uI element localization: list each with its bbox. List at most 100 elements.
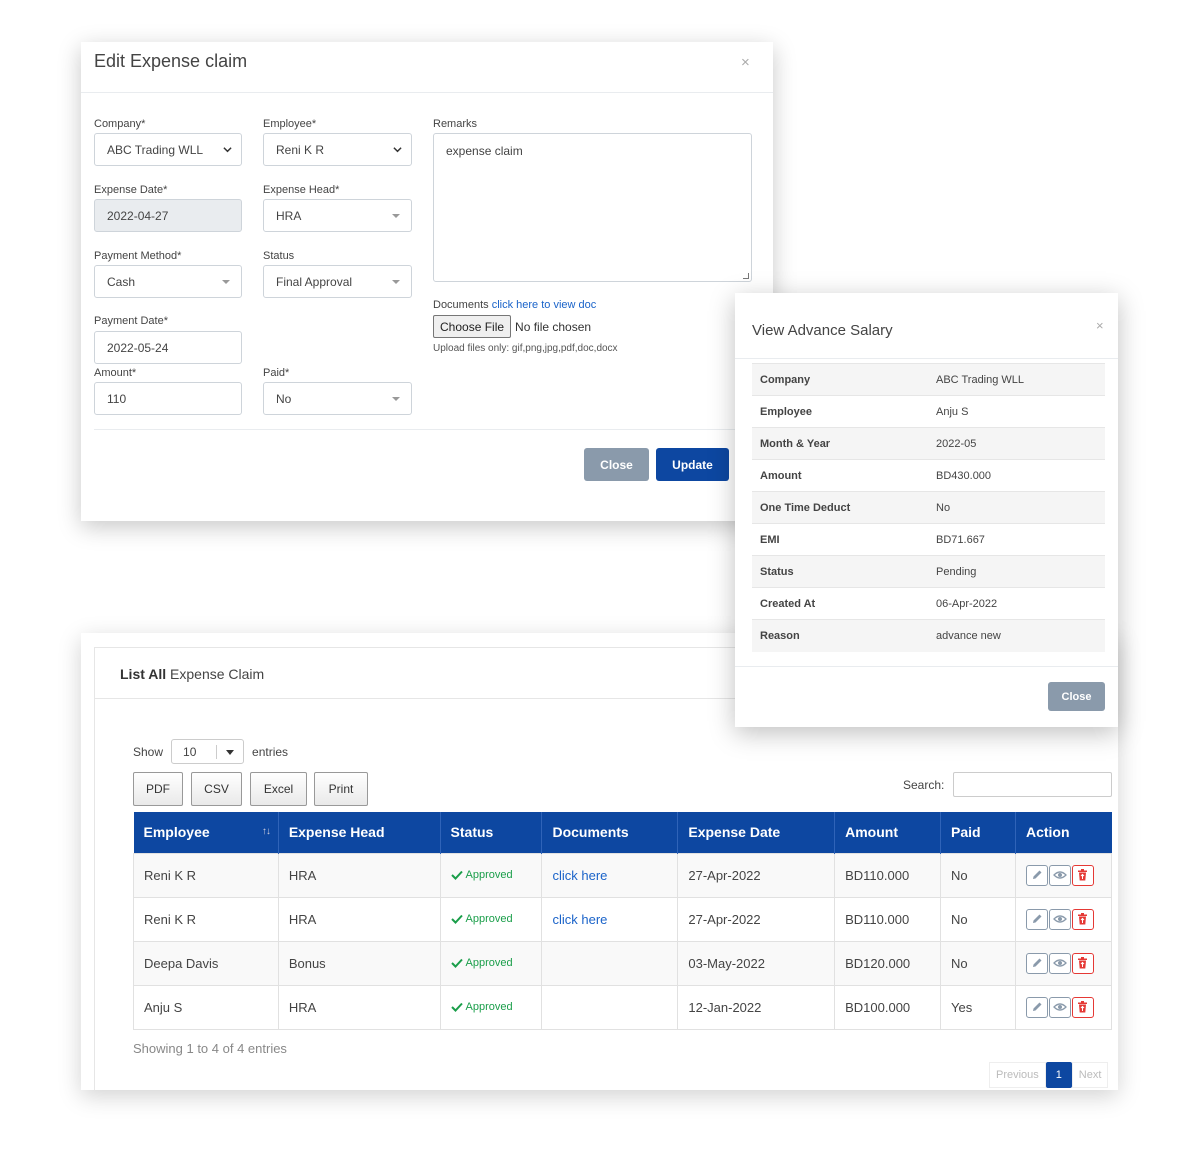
employee-select[interactable]: Reni K R (263, 133, 412, 166)
table-row: Reni K R HRA Approved click here 27-Apr-… (133, 852, 1113, 898)
column-header-expense-head[interactable]: Expense Head (277, 812, 441, 853)
list-title: List All Expense Claim (120, 666, 265, 682)
cell-documents: click here (541, 852, 679, 898)
pencil-icon (1032, 958, 1042, 967)
file-upload: Choose File No file chosen (433, 315, 591, 338)
delete-button[interactable] (1071, 952, 1094, 974)
caret-down-icon (392, 214, 400, 218)
cell-employee: Anju S (133, 984, 279, 1030)
eye-icon (1053, 959, 1067, 967)
caret-down-icon (222, 280, 230, 284)
payment-method-select[interactable]: Cash (94, 265, 242, 298)
close-icon[interactable]: × (741, 55, 750, 70)
cell-amount: BD100.000 (834, 984, 942, 1030)
paid-select[interactable]: No (263, 382, 412, 415)
resize-handle-icon[interactable] (743, 273, 749, 279)
delete-button[interactable] (1071, 996, 1094, 1018)
edit-expense-modal: Edit Expense claim × Company* ABC Tradin… (81, 42, 773, 521)
upload-hint: Upload files only: gif,png,jpg,pdf,doc,d… (433, 343, 618, 354)
company-select[interactable]: ABC Trading WLL (94, 133, 242, 166)
entries-label: entries (252, 744, 289, 759)
status-select[interactable]: Final Approval (263, 265, 412, 298)
view-doc-link[interactable]: click here to view doc (492, 299, 597, 311)
expense-date-label: Expense Date* (94, 184, 168, 196)
column-header-paid[interactable]: Paid (940, 812, 1016, 853)
edit-button[interactable] (1025, 952, 1048, 974)
next-page-button[interactable]: Next (1071, 1062, 1109, 1088)
caret-down-icon (392, 397, 400, 401)
table-row: Deepa Davis Bonus Approved 03-May-2022 B… (133, 940, 1113, 986)
cell-amount: BD120.000 (834, 940, 942, 986)
payment-date-input[interactable]: 2022-05-24 (94, 331, 242, 364)
detail-key: Reason (752, 619, 928, 652)
cell-documents (541, 984, 679, 1030)
page-length-select[interactable]: 10 (171, 739, 245, 764)
detail-value: Pending (928, 555, 1105, 588)
column-header-amount[interactable]: Amount (834, 812, 941, 853)
cell-expense-head: HRA (277, 852, 441, 898)
close-icon[interactable]: × (1096, 319, 1104, 332)
delete-button[interactable] (1071, 864, 1094, 886)
view-button[interactable] (1048, 864, 1071, 886)
cell-action (1014, 896, 1113, 942)
edit-button[interactable] (1025, 864, 1048, 886)
column-header-employee[interactable]: Employee ↑↓ (133, 812, 279, 853)
close-button[interactable]: Close (1048, 682, 1105, 711)
close-button[interactable]: Close (584, 448, 649, 481)
modal-header: Edit Expense claim × (81, 42, 773, 93)
remarks-textarea[interactable]: expense claim (433, 133, 752, 282)
view-button[interactable] (1048, 996, 1071, 1018)
detail-row: Month & Year 2022-05 (752, 427, 1105, 460)
choose-file-button[interactable]: Choose File (433, 315, 512, 338)
column-header-action: Action (1014, 812, 1112, 853)
cell-paid: Yes (940, 984, 1016, 1030)
expense-date-field: 2022-04-27 (94, 199, 242, 232)
search-input[interactable] (953, 772, 1112, 797)
detail-row: Employee Anju S (752, 395, 1105, 428)
pagination: Previous 1 Next (989, 1062, 1109, 1088)
amount-label: Amount* (94, 367, 137, 379)
edit-button[interactable] (1025, 908, 1048, 930)
pencil-icon (1032, 1002, 1042, 1011)
cell-action (1014, 940, 1113, 986)
detail-value: 06-Apr-2022 (928, 587, 1105, 620)
detail-row: One Time Deduct No (752, 491, 1105, 524)
page-1-button[interactable]: 1 (1045, 1062, 1072, 1088)
modal-title: Edit Expense claim (94, 51, 248, 71)
column-header-documents[interactable]: Documents (541, 812, 678, 853)
view-button[interactable] (1048, 952, 1071, 974)
update-button[interactable]: Update (656, 448, 729, 481)
cell-status: Approved (439, 984, 543, 1030)
delete-button[interactable] (1071, 908, 1094, 930)
view-button[interactable] (1048, 908, 1071, 930)
document-link[interactable]: click here (552, 912, 607, 927)
edit-button[interactable] (1025, 996, 1048, 1018)
detail-value: ABC Trading WLL (928, 363, 1105, 396)
detail-key: EMI (752, 523, 928, 556)
detail-value: 2022-05 (928, 427, 1105, 460)
column-header-status[interactable]: Status (439, 812, 542, 853)
cell-expense-head: HRA (277, 896, 441, 942)
amount-input[interactable]: 110 (94, 382, 242, 415)
no-file-text: No file chosen (515, 319, 592, 334)
status-label: Status (263, 250, 295, 262)
trash-icon (1078, 957, 1088, 969)
previous-page-button[interactable]: Previous (989, 1062, 1046, 1088)
print-button[interactable]: Print (314, 772, 368, 806)
employee-label: Employee* (263, 118, 317, 130)
expense-head-select[interactable]: HRA (263, 199, 412, 232)
detail-key: One Time Deduct (752, 491, 928, 524)
cell-expense-date: 12-Jan-2022 (677, 984, 836, 1030)
caret-down-icon (226, 750, 235, 755)
check-icon (450, 1002, 463, 1012)
caret-down-icon (392, 280, 400, 284)
status-badge: Approved (450, 869, 513, 881)
csv-export-button[interactable]: CSV (191, 772, 242, 806)
column-header-expense-date[interactable]: Expense Date (677, 812, 835, 853)
cell-status: Approved (439, 896, 543, 942)
pdf-export-button[interactable]: PDF (133, 772, 183, 806)
documents-label: Documents click here to view doc (433, 299, 597, 311)
document-link[interactable]: click here (552, 868, 607, 883)
view-advance-salary-modal: View Advance Salary × Company ABC Tradin… (735, 293, 1118, 727)
excel-export-button[interactable]: Excel (250, 772, 307, 806)
